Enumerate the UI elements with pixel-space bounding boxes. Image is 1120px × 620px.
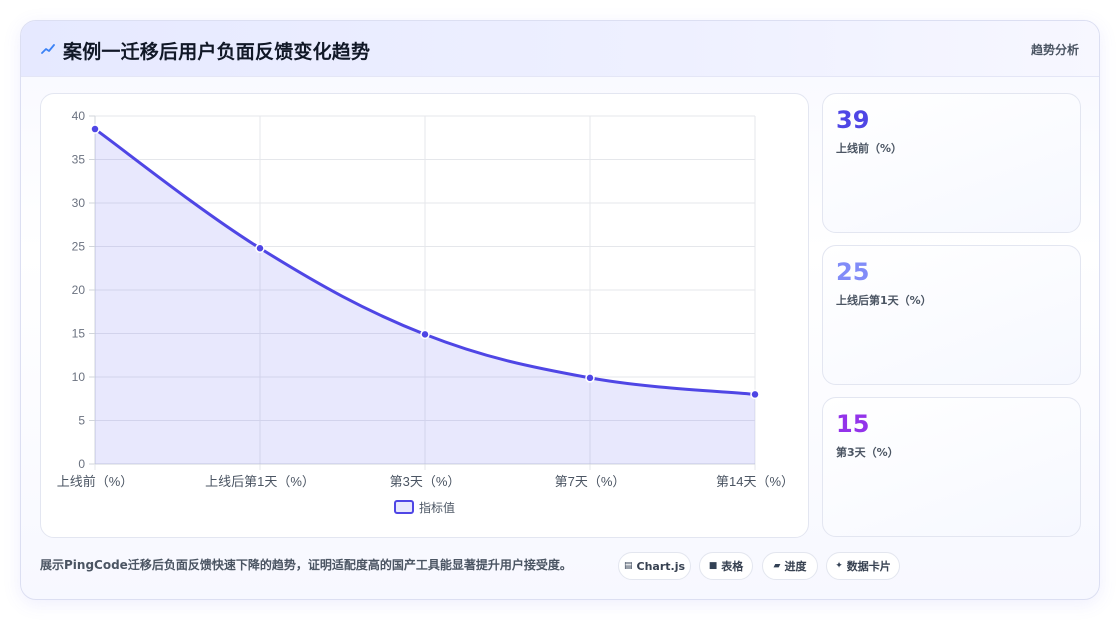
page-title: 案例一迁移后用户负面反馈变化趋势 bbox=[63, 41, 371, 63]
chip-label: Chart.js bbox=[636, 559, 686, 573]
x-tick-label: 第14天（%） bbox=[716, 474, 794, 489]
chip-data-cards[interactable]: ✦ 数据卡片 bbox=[826, 552, 900, 580]
y-tick-label: 20 bbox=[72, 283, 86, 297]
y-tick-label: 10 bbox=[72, 370, 86, 384]
stat-value: 15 bbox=[836, 410, 870, 438]
y-tick-label: 30 bbox=[72, 196, 86, 210]
stat-label: 第3天（%） bbox=[836, 446, 899, 459]
x-tick-label: 上线前（%） bbox=[57, 474, 134, 489]
chip-label: 表格 bbox=[721, 560, 744, 573]
footer-description: 展示PingCode迁移后负面反馈快速下降的趋势，证明适配度高的国产工具能显著提… bbox=[40, 558, 572, 572]
y-tick-label: 0 bbox=[78, 457, 85, 471]
chip-label: 数据卡片 bbox=[846, 560, 891, 573]
y-tick-label: 40 bbox=[72, 109, 86, 123]
stat-card-before: 39 上线前（%） bbox=[822, 93, 1081, 233]
chart-icon: ▤ bbox=[623, 561, 633, 571]
y-tick-label: 35 bbox=[72, 153, 86, 167]
data-point bbox=[255, 243, 265, 253]
chip-table[interactable]: ■ 表格 bbox=[699, 552, 753, 580]
card-header: 案例一迁移后用户负面反馈变化趋势 趋势分析 bbox=[21, 21, 1099, 77]
data-point bbox=[90, 124, 100, 134]
y-tick-label: 15 bbox=[72, 327, 86, 341]
chip-progress[interactable]: ▰ 进度 bbox=[762, 552, 818, 580]
stat-label: 上线前（%） bbox=[836, 142, 903, 155]
x-tick-label: 上线后第1天（%） bbox=[205, 474, 315, 489]
data-point bbox=[585, 373, 595, 383]
table-icon: ■ bbox=[708, 561, 718, 571]
legend-swatch bbox=[394, 500, 414, 514]
stat-label: 上线后第1天（%） bbox=[836, 294, 932, 307]
progress-icon: ▰ bbox=[773, 561, 781, 571]
stat-value: 39 bbox=[836, 106, 870, 134]
chip-label: 进度 bbox=[784, 560, 807, 573]
sparkle-icon: ✦ bbox=[835, 561, 843, 571]
x-tick-label: 第3天（%） bbox=[390, 474, 461, 489]
trend-icon bbox=[41, 44, 55, 54]
stat-value: 25 bbox=[836, 258, 870, 286]
stat-card-day3: 15 第3天（%） bbox=[822, 397, 1081, 537]
y-tick-label: 25 bbox=[72, 240, 86, 254]
header-tag: 趋势分析 bbox=[1030, 43, 1079, 57]
chart-card: 案例一迁移后用户负面反馈变化趋势 趋势分析 0 5 10 15 20 25 30 35 40 上线… bbox=[20, 20, 1100, 600]
legend-label: 指标值 bbox=[419, 500, 455, 515]
y-tick-label: 5 bbox=[78, 414, 85, 428]
data-point bbox=[750, 389, 760, 400]
data-point bbox=[420, 329, 430, 340]
area-chart: 0 5 10 15 20 25 30 35 40 上线前（%） 上线后第1天（%） 第3天（%） 第7天… bbox=[57, 109, 794, 515]
chart-panel: 0 5 10 15 20 25 30 35 40 上线前（%） 上线后第1天（%） 第3天（%） 第7天… bbox=[40, 93, 809, 538]
stat-card-day1: 25 上线后第1天（%） bbox=[822, 245, 1081, 385]
x-tick-label: 第7天（%） bbox=[555, 474, 626, 489]
chip-chartjs[interactable]: ▤ Chart.js bbox=[618, 552, 691, 580]
